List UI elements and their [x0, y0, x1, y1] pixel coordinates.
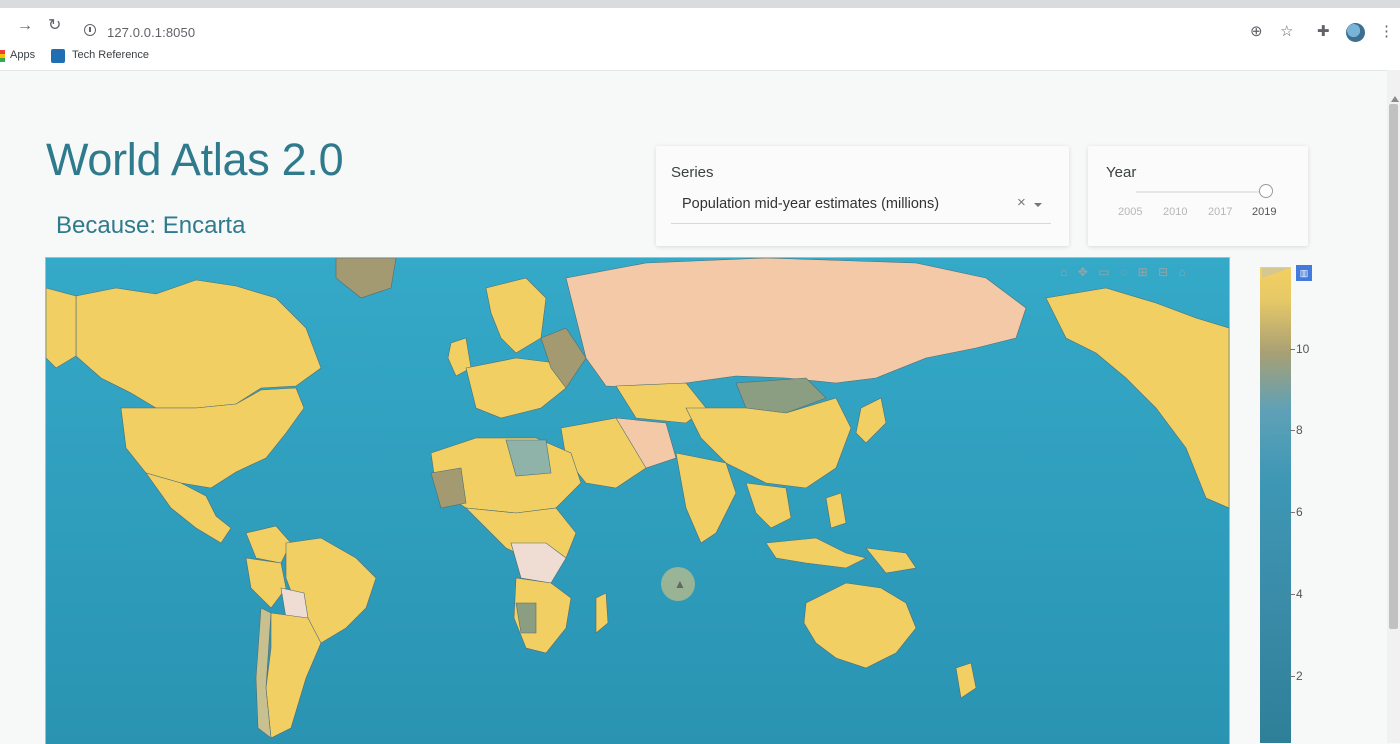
zoom-in-icon[interactable]: ⊞ [1138, 264, 1148, 280]
address-bar[interactable]: 127.0.0.1:8050 [107, 25, 195, 40]
colorbar-tickmark [1290, 512, 1295, 513]
plotly-logo-icon[interactable]: ▥ [1296, 265, 1312, 281]
mouse-pointer-icon: ▲ [674, 577, 686, 591]
tab-strip [0, 0, 1400, 8]
bookmark-apps[interactable]: Apps [10, 49, 35, 61]
zoom-out-icon[interactable]: ⊟ [1158, 264, 1168, 280]
colorbar-tickmark [1290, 676, 1295, 677]
year-label: Year [1106, 164, 1137, 181]
home-icon[interactable]: ⌂ [1179, 264, 1186, 280]
colorbar-tick-label: 2 [1296, 669, 1303, 683]
page-subtitle: Because: Encarta [56, 212, 246, 239]
pan-icon[interactable]: ✥ [1078, 264, 1088, 280]
series-dropdown[interactable]: Population mid-year estimates (millions)… [671, 189, 1051, 224]
series-card: Series Population mid-year estimates (mi… [656, 146, 1069, 246]
colorbar-tick-label: 4 [1296, 587, 1303, 601]
forward-icon[interactable]: → [17, 17, 33, 35]
profile-avatar[interactable] [1346, 23, 1365, 42]
tech-reference-icon [51, 49, 65, 63]
site-info-icon[interactable] [84, 24, 96, 36]
reload-icon[interactable]: ↻ [48, 17, 61, 35]
colorbar [1260, 267, 1291, 743]
scroll-up-icon[interactable] [1391, 96, 1399, 102]
colorbar-tick-label: 6 [1296, 505, 1303, 519]
colorbar-tick-label: 8 [1296, 423, 1303, 437]
bookmarks-bar: Apps Tech Reference [0, 44, 1400, 71]
zoom-icon[interactable]: ⊕ [1250, 24, 1263, 40]
year-mark-2017[interactable]: 2017 [1208, 206, 1232, 218]
choropleth-map[interactable] [45, 257, 1230, 744]
chevron-down-icon[interactable] [1034, 203, 1042, 207]
colorbar-tickmark [1290, 594, 1295, 595]
year-slider-handle[interactable] [1259, 184, 1273, 198]
lasso-icon[interactable]: ◌ [1120, 264, 1127, 280]
bookmark-tech-reference[interactable]: Tech Reference [72, 49, 149, 61]
year-mark-2019[interactable]: 2019 [1252, 206, 1276, 218]
apps-icon [0, 50, 5, 62]
series-label: Series [671, 164, 714, 181]
year-slider-track[interactable] [1136, 191, 1266, 193]
year-mark-2005[interactable]: 2005 [1118, 206, 1142, 218]
page-title: World Atlas 2.0 [46, 134, 344, 185]
colorbar-tickmark [1290, 430, 1295, 431]
colorbar-cap [1262, 268, 1290, 278]
map-modebar: ⌂ ✥ ▭ ◌ ⊞ ⊟ ⌂ [1060, 263, 1192, 281]
bookmark-star-icon[interactable]: ☆ [1280, 24, 1293, 40]
year-mark-2010[interactable]: 2010 [1163, 206, 1187, 218]
year-card: Year 2005 2010 2017 2019 [1088, 146, 1308, 246]
series-selected-value: Population mid-year estimates (millions) [682, 196, 940, 212]
page-scroll-thumb[interactable] [1389, 104, 1398, 629]
world-map-svg[interactable] [46, 258, 1229, 744]
extensions-icon[interactable]: ✚ [1317, 24, 1330, 40]
browser-toolbar: → ↻ 127.0.0.1:8050 ⊕ ☆ ✚ ⋮ [0, 8, 1400, 44]
clear-icon[interactable]: × [1017, 194, 1026, 211]
browser-menu-icon[interactable]: ⋮ [1379, 24, 1394, 40]
camera-icon[interactable]: ⌂ [1060, 264, 1067, 280]
colorbar-tick-label: 10 [1296, 342, 1310, 356]
zoom-box-icon[interactable]: ▭ [1098, 264, 1109, 280]
colorbar-tickmark [1290, 349, 1295, 350]
country-alaska[interactable] [46, 287, 77, 369]
